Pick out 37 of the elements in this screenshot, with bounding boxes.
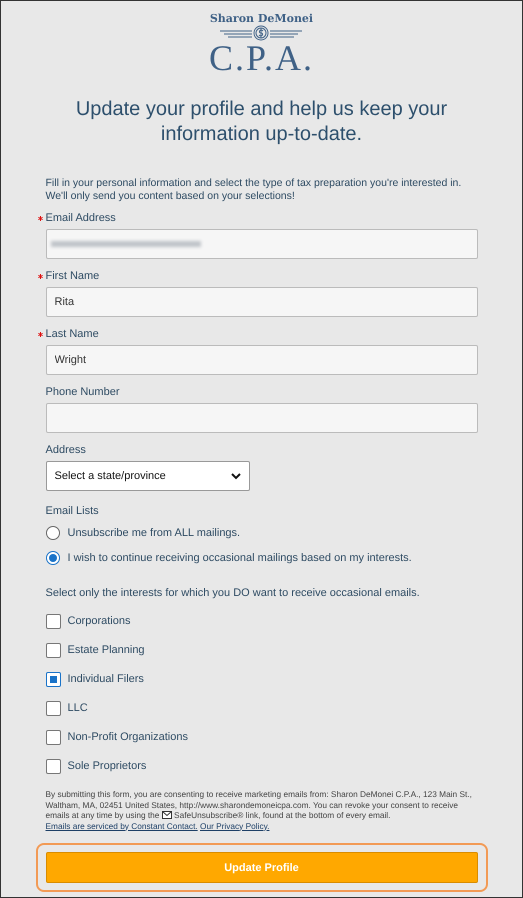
chevron-down-icon xyxy=(230,472,240,480)
checkbox[interactable] xyxy=(46,758,60,774)
checkbox[interactable] xyxy=(46,672,60,686)
checkbox-label: Corporations xyxy=(68,615,130,627)
checkbox[interactable] xyxy=(46,642,60,658)
field-label: First Name xyxy=(46,270,100,282)
checkbox-label: LLC xyxy=(68,702,88,714)
checkbox-label: Non-Profit Organizations xyxy=(68,731,188,743)
intro-text: Fill in your personal information and select the type of tax preparation you're interested in. We'll only send you content based on your selections! xyxy=(46,177,462,203)
checkbox[interactable] xyxy=(46,614,60,628)
logo-title: C.P.A. xyxy=(208,41,314,75)
field-label: Address xyxy=(46,444,86,456)
checkbox-label: Estate Planning xyxy=(68,644,145,656)
checkbox-label: Sole Proprietors xyxy=(68,760,146,772)
consent-link[interactable]: Emails are serviced by Constant Contact. xyxy=(46,820,198,830)
field-label: Email Address xyxy=(46,212,116,224)
radio-button[interactable] xyxy=(46,526,60,540)
email-field[interactable] xyxy=(46,229,478,259)
interests-prompt: Select only the interests for which you DO want to receive occasional emails. xyxy=(46,587,421,599)
logo-name: Sharon DeMonei xyxy=(210,13,314,25)
text-field[interactable] xyxy=(46,403,478,433)
envelope-icon xyxy=(162,811,172,819)
state-select[interactable]: Select a state/province xyxy=(46,461,250,491)
radio-label: Unsubscribe me from ALL mailings. xyxy=(68,526,240,538)
page-heading: Update your profile and help us keep your information up-to-date. xyxy=(74,97,448,147)
radio-label: I wish to continue receiving occasional mailings based on my interests. xyxy=(68,552,412,564)
checkbox[interactable] xyxy=(46,700,60,716)
field-label: Last Name xyxy=(46,328,99,340)
email-lists-label: Email Lists xyxy=(46,505,100,517)
text-field[interactable]: Rita xyxy=(46,287,478,317)
field-label: Phone Number xyxy=(46,386,120,398)
checkbox-label: Individual Filers xyxy=(68,673,144,685)
checkbox[interactable] xyxy=(46,730,60,744)
text-field[interactable]: Wright xyxy=(46,345,478,375)
consent-link[interactable]: Our Privacy Policy. xyxy=(200,820,270,830)
radio-button[interactable] xyxy=(46,550,60,564)
consent-text: By submitting this form, you are consenting to receive marketing emails from: Sharon DeMonei C.P.A., 123 Main St., Waltham, MA, 02451 United States, http://www.sharondemoneicpa.com. You can revoke your consent to receive emails at any time by using the SafeUnsubscribe® link, found at the bottom of every email. Emails are serviced by Constant Contact. Our Privacy Policy. xyxy=(46,789,473,831)
